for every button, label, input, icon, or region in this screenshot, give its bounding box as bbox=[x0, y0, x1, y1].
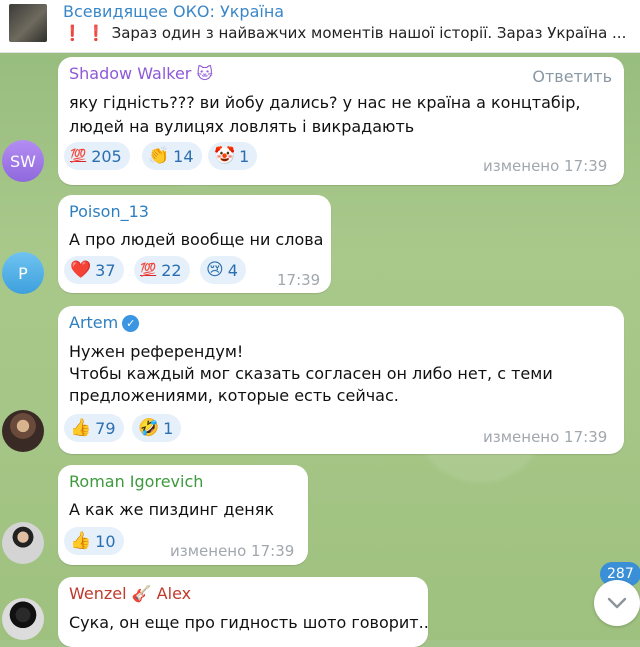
reaction-hundred[interactable]: 💯 205 bbox=[64, 142, 130, 170]
pinned-thumbnail bbox=[9, 4, 47, 42]
rofl-emoji-icon: 🤣 bbox=[138, 418, 160, 438]
reaction-count: 10 bbox=[95, 531, 116, 551]
guitar-emoji-icon: 🎸 bbox=[131, 584, 152, 603]
avatar[interactable]: P bbox=[2, 252, 44, 294]
message-text-line: А как же пиздинг деняк bbox=[69, 500, 275, 519]
reaction-count: 22 bbox=[161, 260, 182, 280]
message-text-line: Чтобы каждый мог сказать согласен он либ… bbox=[69, 364, 553, 383]
pinned-text-content: Зараз один з найважчих моментів нашої іс… bbox=[111, 24, 627, 42]
message-timestamp: 17:39 bbox=[277, 271, 321, 289]
cat-emoji-icon: 🐱 bbox=[196, 64, 214, 83]
message-text-line: А про людей вообще ни слова bbox=[69, 230, 324, 249]
message-bubble[interactable]: Roman Igorevich А как же пиздинг деняк 👍… bbox=[58, 465, 308, 565]
reaction-thumbs-up[interactable]: 👍 79 bbox=[64, 414, 124, 442]
message-text-line: предложениями, которые есть сейчас. bbox=[69, 386, 399, 405]
avatar[interactable]: SW bbox=[2, 140, 44, 182]
clap-emoji-icon: 👏 bbox=[148, 146, 170, 166]
reaction-hundred[interactable]: 💯 22 bbox=[134, 256, 190, 284]
reaction-thumbs-up[interactable]: 👍 10 bbox=[64, 527, 124, 555]
message-text-line: Нужен референдум! bbox=[69, 342, 244, 361]
message-author[interactable]: Wenzel 🎸 Alex bbox=[69, 584, 191, 603]
message-bubble[interactable]: Artem ✓ Нужен референдум! Чтобы каждый мо… bbox=[58, 306, 624, 454]
message-author[interactable]: Poison_13 bbox=[69, 202, 149, 221]
message-author[interactable]: Shadow Walker 🐱 bbox=[69, 64, 213, 83]
reaction-rofl[interactable]: 🤣 1 bbox=[132, 414, 182, 442]
message-timestamp: изменено 17:39 bbox=[483, 157, 608, 175]
crying-emoji-icon: 😢 bbox=[206, 260, 224, 280]
reaction-count: 1 bbox=[163, 418, 174, 438]
reaction-count: 4 bbox=[227, 260, 238, 280]
pinned-text: ❗ ❗ Зараз один з найважчих моментів нашої… bbox=[63, 24, 635, 42]
avatar[interactable] bbox=[2, 598, 44, 640]
reaction-heart[interactable]: ❤️ 37 bbox=[64, 256, 124, 284]
pinned-message-bar[interactable]: Всевидящее ОКО: Україна ❗ ❗ Зараз один з … bbox=[0, 0, 640, 53]
clown-emoji-icon: 🤡 bbox=[214, 146, 236, 166]
exclamation-icon: ❗ ❗ bbox=[63, 24, 106, 42]
pinned-title: Всевидящее ОКО: Україна bbox=[63, 2, 285, 21]
message-bubble[interactable]: Poison_13 А про людей вообще ни слова ❤️… bbox=[58, 195, 331, 293]
reaction-cry[interactable]: 😢 4 bbox=[200, 256, 246, 284]
chevron-down-icon bbox=[607, 597, 627, 609]
message-timestamp: изменено 17:39 bbox=[170, 542, 295, 560]
message-timestamp: изменено 17:39 bbox=[483, 428, 608, 446]
author-name: Wenzel bbox=[69, 584, 127, 603]
message-bubble[interactable]: Shadow Walker 🐱 Ответить яку гідність???… bbox=[58, 57, 624, 185]
author-name: Artem bbox=[69, 313, 119, 332]
message-author[interactable]: Roman Igorevich bbox=[69, 472, 203, 491]
avatar[interactable] bbox=[2, 410, 44, 452]
reply-button[interactable]: Ответить bbox=[532, 67, 612, 86]
hundred-emoji-icon: 💯 bbox=[70, 148, 87, 164]
hundred-emoji-icon: 💯 bbox=[140, 262, 157, 278]
verified-badge-icon: ✓ bbox=[122, 315, 140, 332]
reaction-clap[interactable]: 👏 14 bbox=[142, 142, 202, 170]
reaction-count: 79 bbox=[95, 418, 116, 438]
author-last-name: Alex bbox=[156, 584, 192, 603]
message-text-line: Сука, он еще про гидность шото говорит.. bbox=[69, 613, 429, 632]
thumbs-up-emoji-icon: 👍 bbox=[70, 531, 92, 551]
reaction-count: 37 bbox=[95, 260, 116, 280]
avatar[interactable] bbox=[2, 522, 44, 564]
reaction-count: 205 bbox=[91, 146, 122, 166]
message-text-line: яку гідність??? ви йобу дались? у нас не… bbox=[69, 93, 581, 112]
author-name: Shadow Walker bbox=[69, 64, 192, 83]
message-text-line: людей на вулицях ловлять і викрадають bbox=[69, 117, 415, 136]
reaction-count: 14 bbox=[173, 146, 194, 166]
heart-emoji-icon: ❤️ bbox=[70, 260, 92, 280]
message-bubble[interactable]: Wenzel 🎸 Alex Сука, он еще про гидность … bbox=[58, 577, 429, 647]
scroll-down-button[interactable] bbox=[594, 580, 640, 626]
message-author[interactable]: Artem ✓ bbox=[69, 313, 140, 332]
thumbs-up-emoji-icon: 👍 bbox=[70, 418, 92, 438]
reaction-clown[interactable]: 🤡 1 bbox=[208, 142, 258, 170]
reaction-count: 1 bbox=[239, 146, 250, 166]
